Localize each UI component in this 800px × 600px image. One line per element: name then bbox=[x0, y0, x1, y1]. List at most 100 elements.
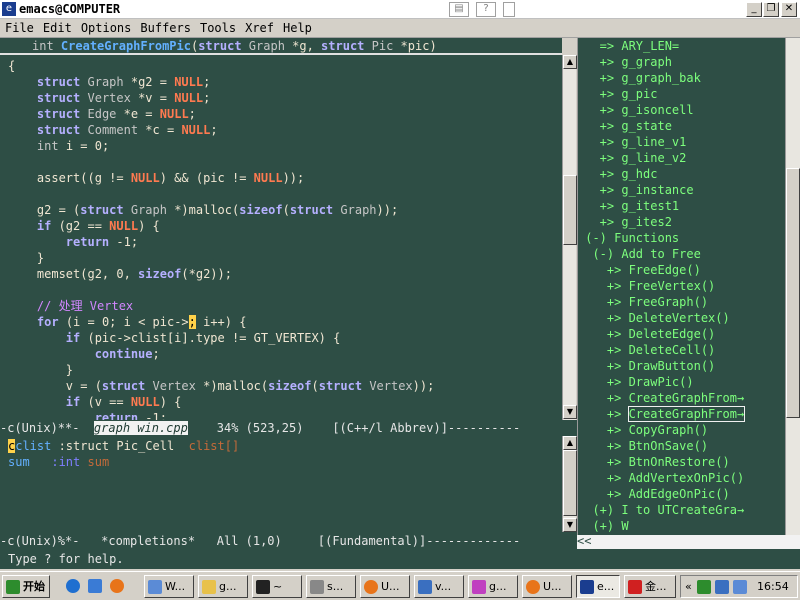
tree-item[interactable]: +> FreeEdge() bbox=[578, 262, 701, 278]
tray-expand-icon[interactable]: « bbox=[685, 576, 692, 597]
network-icon[interactable] bbox=[697, 580, 711, 594]
tree-expander-icon[interactable]: +> bbox=[578, 439, 629, 453]
completions-buffer[interactable]: cclist :struct Pic_Cell clist[] sum :int… bbox=[0, 436, 562, 532]
taskbar-item[interactable]: g... bbox=[198, 575, 248, 598]
tree-item[interactable]: +> BtnOnSave() bbox=[578, 438, 708, 454]
code-line[interactable]: for (i = 0; i < pic->; i++) { bbox=[8, 314, 246, 330]
scroll-thumb[interactable] bbox=[563, 175, 577, 245]
tree-item[interactable]: +> g_pic bbox=[578, 86, 658, 102]
tree-item[interactable]: => ARY_LEN= bbox=[578, 38, 679, 54]
maximize-button[interactable]: ❐ bbox=[763, 2, 779, 17]
tree-item[interactable]: +> g_isoncell bbox=[578, 102, 694, 118]
tree-expander-icon[interactable]: +> bbox=[578, 167, 621, 181]
tree-expander-icon[interactable]: +> bbox=[578, 183, 621, 197]
tree-expander-icon[interactable]: +> bbox=[578, 71, 621, 85]
tree-item[interactable]: +> g_instance bbox=[578, 182, 694, 198]
tree-expander-icon[interactable]: +> bbox=[578, 407, 629, 421]
minimize-button[interactable]: _ bbox=[746, 2, 762, 17]
tree-item[interactable]: (-) Add to Free bbox=[578, 246, 700, 262]
scroll-up-icon[interactable]: ▲ bbox=[563, 436, 577, 450]
clock[interactable]: 16:54 bbox=[757, 576, 789, 597]
tree-item[interactable]: (+) I to UTCreateGra→ bbox=[578, 502, 744, 518]
code-line[interactable]: return -1; bbox=[8, 234, 138, 250]
code-line[interactable]: } bbox=[8, 250, 44, 266]
code-line[interactable]: memset(g2, 0, sizeof(*g2)); bbox=[8, 266, 232, 282]
tree-item[interactable]: +> CreateGraphFrom→ bbox=[578, 390, 744, 406]
taskbar-item[interactable]: U... bbox=[360, 575, 410, 598]
taskbar-item[interactable]: v... bbox=[414, 575, 464, 598]
tree-item[interactable]: +> BtnOnRestore() bbox=[578, 454, 730, 470]
tree-expander-icon[interactable]: +> bbox=[578, 135, 621, 149]
tree-expander-icon[interactable]: +> bbox=[578, 423, 629, 437]
buffer-name[interactable]: graph win.cpp bbox=[93, 421, 188, 435]
tree-item[interactable]: +> g_line_v2 bbox=[578, 150, 687, 166]
scroll-down-icon[interactable]: ▼ bbox=[563, 405, 577, 419]
tree-expander-icon[interactable]: +> bbox=[578, 279, 629, 293]
tree-expander-icon[interactable]: (-) bbox=[578, 247, 621, 261]
tree-item[interactable]: +> CreateGraphFrom→ bbox=[578, 406, 746, 422]
tree-item[interactable]: +> g_ites2 bbox=[578, 214, 672, 230]
help-icon[interactable]: ? bbox=[476, 2, 496, 17]
display-icon[interactable] bbox=[733, 580, 747, 594]
completion-item[interactable]: sum :int sum bbox=[8, 454, 109, 470]
minibuffer[interactable]: Type ? for help. bbox=[0, 549, 800, 569]
code-line[interactable]: if (pic->clist[i].type != GT_VERTEX) { bbox=[8, 330, 341, 346]
tree-expander-icon[interactable]: +> bbox=[578, 295, 629, 309]
tree-expander-icon[interactable]: +> bbox=[578, 391, 629, 405]
tree-item[interactable]: +> DrawPic() bbox=[578, 374, 694, 390]
menu-buffers[interactable]: Buffers bbox=[135, 19, 195, 35]
tree-expander-icon[interactable]: +> bbox=[578, 487, 629, 501]
tree-item[interactable]: +> g_graph bbox=[578, 54, 672, 70]
emacs-app-icon[interactable]: e bbox=[2, 2, 16, 16]
tree-item[interactable]: +> g_graph_bak bbox=[578, 70, 701, 86]
scroll-thumb[interactable] bbox=[786, 168, 800, 418]
code-editor[interactable]: int CreateGraphFromPic(struct Graph *g, … bbox=[0, 38, 562, 420]
volume-icon[interactable] bbox=[715, 580, 729, 594]
tree-item[interactable]: +> g_itest1 bbox=[578, 198, 679, 214]
close-button[interactable]: ✕ bbox=[781, 2, 797, 17]
ie-icon[interactable] bbox=[66, 579, 80, 593]
menu-file[interactable]: File bbox=[0, 19, 38, 35]
explorer-icon[interactable] bbox=[88, 579, 102, 593]
code-line[interactable]: if (g2 == NULL) { bbox=[8, 218, 160, 234]
menu-tools[interactable]: Tools bbox=[195, 19, 240, 35]
tree-expander-icon[interactable]: +> bbox=[578, 375, 629, 389]
taskbar-item[interactable]: ~ bbox=[252, 575, 302, 598]
tree-item[interactable]: +> g_line_v1 bbox=[578, 134, 687, 150]
tree-expander-icon[interactable]: +> bbox=[578, 471, 629, 485]
taskbar-item[interactable]: g... bbox=[468, 575, 518, 598]
menu-options[interactable]: Options bbox=[76, 19, 136, 35]
menu-xref[interactable]: Xref bbox=[240, 19, 278, 35]
tree-expander-icon[interactable]: +> bbox=[578, 119, 621, 133]
tree-expander-icon[interactable]: +> bbox=[578, 151, 621, 165]
tree-item[interactable]: +> AddVertexOnPic() bbox=[578, 470, 744, 486]
tree-item[interactable]: +> FreeGraph() bbox=[578, 294, 708, 310]
tree-item[interactable]: +> DeleteVertex() bbox=[578, 310, 730, 326]
tree-expander-icon[interactable]: +> bbox=[578, 455, 629, 469]
completions-scrollbar[interactable]: ▲ ▼ bbox=[562, 436, 577, 532]
code-line[interactable]: struct Edge *e = NULL; bbox=[8, 106, 196, 122]
code-line[interactable]: assert((g != NULL) && (pic != NULL)); bbox=[8, 170, 304, 186]
tree-expander-icon[interactable]: (+) bbox=[578, 503, 621, 517]
code-scrollbar[interactable]: ▲ ▼ bbox=[562, 55, 577, 420]
code-line[interactable]: struct Vertex *v = NULL; bbox=[8, 90, 210, 106]
tree-item[interactable]: +> CopyGraph() bbox=[578, 422, 708, 438]
toolbar-icon[interactable]: ▤ bbox=[449, 2, 469, 17]
tree-expander-icon[interactable]: +> bbox=[578, 359, 629, 373]
code-line[interactable]: if (v == NULL) { bbox=[8, 394, 182, 410]
tree-item[interactable]: +> DeleteCell() bbox=[578, 342, 715, 358]
code-line[interactable]: int i = 0; bbox=[8, 138, 109, 154]
tree-expander-icon[interactable]: +> bbox=[578, 55, 621, 69]
scroll-down-icon[interactable]: ▼ bbox=[563, 518, 577, 532]
code-line[interactable]: struct Comment *c = NULL; bbox=[8, 122, 218, 138]
code-line[interactable]: continue; bbox=[8, 346, 160, 362]
tree-expander-icon[interactable]: => bbox=[578, 39, 621, 53]
tree-expander-icon[interactable]: +> bbox=[578, 311, 629, 325]
taskbar-item-emacs[interactable]: e... bbox=[576, 575, 620, 598]
tree-scrollbar[interactable] bbox=[785, 38, 800, 535]
scroll-thumb[interactable] bbox=[563, 450, 577, 516]
menu-edit[interactable]: Edit bbox=[38, 19, 76, 35]
tree-expander-icon[interactable]: +> bbox=[578, 87, 621, 101]
tree-expander-icon[interactable]: +> bbox=[578, 215, 621, 229]
code-line[interactable]: v = (struct Vertex *)malloc(sizeof(struc… bbox=[8, 378, 435, 394]
